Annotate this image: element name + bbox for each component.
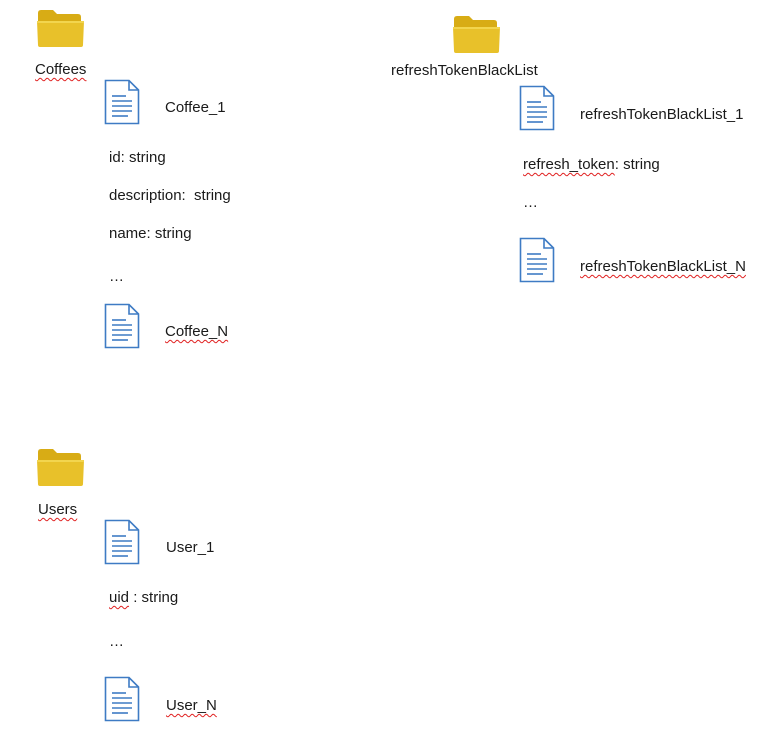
document-icon [104,519,140,565]
folder-icon [452,11,502,55]
field-name: uid [109,589,130,606]
document-label: Coffee_1 [165,99,226,116]
document-icon [519,237,555,283]
document-label: User_N [166,697,217,714]
ellipsis: … [109,633,124,650]
field-label: uid : string [109,589,178,606]
document-label: User_1 [166,539,215,556]
field-label: id: string [109,149,166,166]
document-label: refreshTokenBlackList_1 [580,106,744,123]
field-label: name: string [109,225,192,242]
field-label: refresh_token: string [523,156,660,173]
diagram-canvas: { "collections": { "coffees": { "label":… [0,0,776,738]
ellipsis: … [109,268,124,285]
folder-icon [36,5,86,49]
document-icon [519,85,555,131]
collection-label: refreshTokenBlackList [391,62,538,79]
ellipsis: … [523,194,538,211]
field-type: : string [129,589,179,606]
field-name: refresh_token [523,156,615,173]
document-icon [104,676,140,722]
field-type: : string [614,156,660,173]
field-label: description: string [109,187,231,204]
collection-label: Coffees [35,61,87,78]
document-icon [104,303,140,349]
document-label: refreshTokenBlackList_N [580,258,746,275]
document-label: Coffee_N [165,323,229,340]
document-icon [104,79,140,125]
collection-label: Users [38,501,78,518]
folder-icon [36,444,86,488]
